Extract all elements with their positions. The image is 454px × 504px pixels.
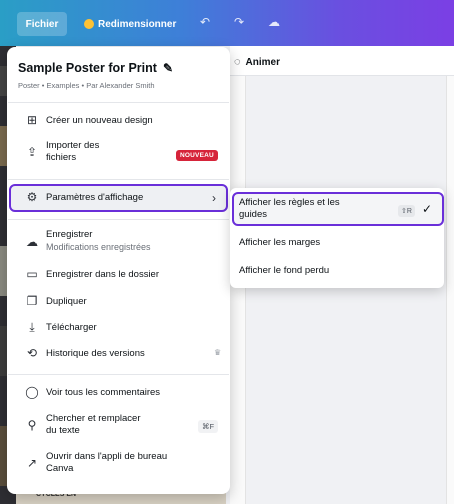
submenu-item-margins[interactable]: Afficher les marges <box>239 237 320 249</box>
cloud-check-icon: ☁ <box>26 235 38 249</box>
comment-icon: ◯ <box>25 385 39 399</box>
crown-icon: ♛ <box>214 348 222 357</box>
submenu-item-bleed[interactable]: Afficher le fond perdu <box>239 265 329 277</box>
checkmark-icon: ✓ <box>422 202 433 216</box>
vertical-ruler <box>230 76 246 504</box>
menu-item-view-comments[interactable]: ◯ Voir tous les commentaires <box>8 385 229 400</box>
shortcut-rulers: ⇧R <box>398 205 415 217</box>
menu-item-save-to-folder[interactable]: ▭ Enregistrer dans le dossier <box>8 267 229 282</box>
menu-item-find-replace[interactable]: ⚲ Chercher et remplacer du texte <box>8 413 229 439</box>
menu-item-create-design[interactable]: ⊞ Créer un nouveau design <box>8 113 229 128</box>
shortcut-find: ⌘F <box>198 420 219 433</box>
external-link-icon: ↗ <box>26 456 38 470</box>
design-subtitle: Poster • Examples • Par Alexander Smith <box>18 81 155 90</box>
design-title[interactable]: Sample Poster for Print ✎ <box>18 61 173 75</box>
menu-item-duplicate[interactable]: ❐ Dupliquer <box>8 294 229 309</box>
download-icon: ⤓ <box>29 320 35 334</box>
history-icon: ⟲ <box>26 346 38 360</box>
redo-icon[interactable]: ↷ <box>234 15 244 29</box>
gear-icon: ⚙ <box>26 190 38 204</box>
new-badge: NOUVEAU <box>176 150 218 161</box>
search-icon: ⚲ <box>27 418 37 432</box>
duplicate-icon: ❐ <box>26 294 38 308</box>
chevron-right-icon: › <box>212 191 216 205</box>
pencil-icon[interactable]: ✎ <box>163 61 173 75</box>
cloud-check-icon[interactable]: ☁ <box>268 15 280 29</box>
submenu-item-rulers-guides[interactable]: Afficher les règles et les guides <box>239 197 340 221</box>
folder-icon: ▭ <box>26 267 38 281</box>
menu-item-open-desktop-app[interactable]: ↗ Ouvrir dans l'appli de bureau Canva <box>8 451 229 477</box>
crown-icon <box>84 19 94 29</box>
cloud-upload-icon: ⇪ <box>26 145 38 159</box>
menu-divider <box>8 179 229 180</box>
menu-item-version-history[interactable]: ⟲ Historique des versions ♛ <box>8 346 229 361</box>
menu-divider <box>8 219 229 220</box>
plus-icon: ⊞ <box>26 113 38 127</box>
animate-button[interactable]: ◌ Animer <box>234 56 280 68</box>
menu-item-save[interactable]: ☁ Enregistrer Modifications enregistrées <box>8 229 229 255</box>
menu-item-display-settings[interactable]: ⚙ Paramètres d'affichage <box>8 190 229 205</box>
menu-divider <box>8 374 229 375</box>
undo-icon[interactable]: ↶ <box>200 15 210 29</box>
top-toolbar <box>0 0 454 46</box>
resize-button[interactable]: Redimensionner <box>82 12 176 36</box>
animate-label: Animer <box>245 56 280 68</box>
animate-icon: ◌ <box>234 56 241 68</box>
menu-divider <box>8 102 229 103</box>
resize-label: Redimensionner <box>98 18 177 30</box>
file-menu-button[interactable]: Fichier <box>17 12 67 36</box>
vertical-ruler-right <box>446 76 454 504</box>
design-title-text: Sample Poster for Print <box>18 61 157 75</box>
menu-item-download[interactable]: ⤓ Télécharger <box>8 320 229 335</box>
